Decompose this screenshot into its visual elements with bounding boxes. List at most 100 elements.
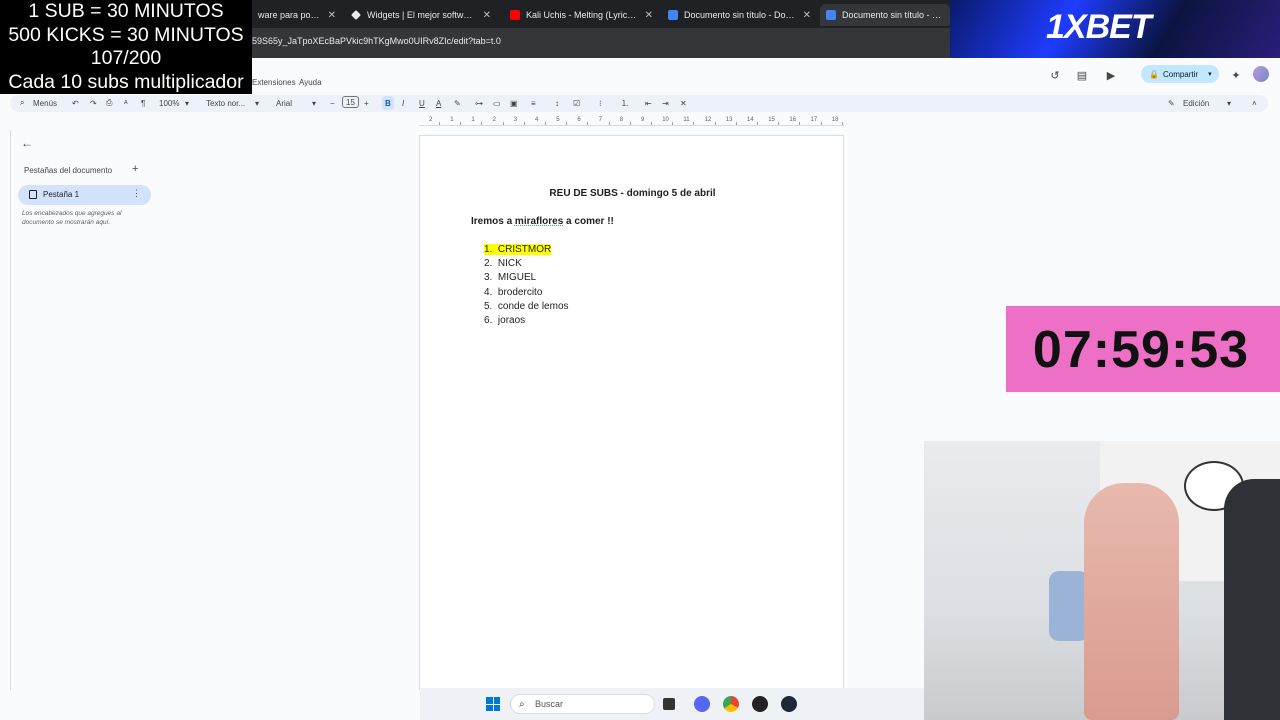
ruler-label: 4 [535,117,539,123]
clear-formatting-icon[interactable]: ✕ [680,96,687,110]
webcam-bag [1049,571,1089,641]
ruler-label: 13 [725,117,733,123]
rule-line: Cada 10 subs multiplicador [8,70,244,93]
numbered-list-icon[interactable]: ⒈ [621,96,629,110]
windows-taskbar: ⌕ Buscar [420,688,924,720]
close-icon[interactable]: ✕ [328,10,336,21]
italic-icon[interactable]: I [402,96,404,110]
chevron-down-icon: ▾ [185,98,190,108]
list-item-text: NICK [497,258,522,270]
browser-tab[interactable]: Documento sin título - Docume ✕ [662,4,817,26]
underline-icon[interactable]: U [419,96,425,110]
tab-label: Pestaña 1 [43,190,80,199]
ruler-tick [566,122,568,125]
history-icon[interactable]: ↺ [1048,68,1062,82]
ruler-tick [629,122,631,125]
redo-icon[interactable]: ↷ [90,96,97,110]
print-icon[interactable]: ⎙ [106,96,112,110]
ruler-label: 12 [704,117,712,123]
spellcheck-icon[interactable]: ᴬ [124,96,128,110]
docs-icon [826,10,836,20]
add-comment-icon[interactable]: ▭ [493,96,501,110]
chevron-up-icon[interactable]: ˄ [1252,96,1257,110]
zoom-select[interactable]: 100% [159,96,179,110]
bold-icon[interactable]: B [382,96,394,110]
link-icon[interactable]: ⊶ [475,96,483,110]
search-menus-icon[interactable]: ⌕ [20,96,24,110]
font-size-input[interactable]: 15 [342,96,359,108]
share-button[interactable]: 🔒 Compartir ▾ [1141,65,1219,83]
menus-search-label[interactable]: Menús [33,96,57,110]
steam-icon[interactable] [781,696,797,712]
increase-indent-icon[interactable]: ⇥ [662,96,669,110]
ruler-tick [587,122,589,125]
gemini-icon[interactable]: ✦ [1229,68,1243,82]
ruler-label: 3 [513,117,518,123]
bulleted-list-icon[interactable]: ⁝ [599,96,602,110]
browser-tab[interactable]: Widgets | El mejor software pa ✕ [345,4,497,26]
style-select[interactable]: Texto nor... [206,96,245,110]
task-view-icon[interactable] [663,698,675,710]
ruler-tick [439,122,440,125]
discord-icon[interactable] [694,696,710,712]
video-call-icon[interactable]: ▶ [1104,68,1118,82]
editing-mode-select[interactable]: Edición [1183,96,1209,110]
list-item: 1. CRISTMOR [484,243,569,257]
document-page[interactable]: REU DE SUBS - domingo 5 de abril Iremos … [419,135,844,690]
ruler-label: 18 [831,117,839,123]
lock-icon: 🔒 [1149,69,1159,79]
ruler-label: 6 [577,117,581,123]
ruler-tick [672,122,674,125]
align-icon[interactable]: ≡ [531,96,536,110]
browser-tab-active[interactable]: Documento sin título - Docum [820,4,950,26]
close-icon[interactable]: ✕ [645,10,653,21]
checklist-icon[interactable]: ☑ [573,96,580,110]
sponsor-logo: 1XBET [1046,8,1152,46]
chevron-down-icon[interactable]: ▾ [1208,70,1212,78]
menu-extensions[interactable]: Extensiones [252,78,296,87]
horizontal-ruler[interactable]: 2 1 1 2 3 4 5 6 7 8 9 10 11 12 13 14 15 16 17 18 [419,116,844,126]
ruler-tick [481,122,483,125]
ruler-label: 2 [492,117,496,123]
search-icon: ⌕ [519,699,525,710]
insert-image-icon[interactable]: ▣ [510,96,518,110]
highlight-icon[interactable]: ✎ [454,96,461,110]
ruler-tick [799,122,801,125]
vertical-ruler[interactable] [3,130,11,690]
close-icon[interactable]: ✕ [483,10,491,21]
paint-format-icon[interactable]: ¶ [141,96,145,110]
increase-font-icon[interactable]: + [364,96,369,110]
browser-tab[interactable]: ware para potencia ✕ [252,4,342,26]
avatar[interactable] [1253,66,1269,82]
more-options-icon[interactable]: ⋮ [132,188,141,199]
text-color-icon[interactable]: A [436,96,441,110]
browser-tab[interactable]: Kali Uchis - Melting (Lyrics) - Yo ✕ [504,4,659,26]
timer-value: 07:59:53 [1032,321,1250,379]
comments-icon[interactable]: ▤ [1075,68,1089,82]
back-arrow-icon[interactable]: ← [21,136,33,150]
ruler-label: 5 [556,117,560,123]
decrease-font-icon[interactable]: − [330,96,335,110]
menu-help[interactable]: Ayuda [299,78,322,87]
spelling-underlined-word: miraflores [514,216,564,227]
webcam-feed [924,441,1280,720]
add-tab-icon[interactable]: + [132,163,138,175]
chrome-icon[interactable] [723,696,739,712]
ruler-label: 1 [471,117,475,123]
windows-start-icon[interactable] [486,697,500,711]
ruler-label: 16 [789,117,797,123]
taskbar-search-input[interactable]: ⌕ Buscar [510,694,655,714]
ruler-label: 11 [683,117,690,123]
decrease-indent-icon[interactable]: ⇤ [645,96,652,110]
undo-icon[interactable]: ↶ [72,96,79,110]
close-icon[interactable]: ✕ [803,10,811,21]
rule-line: 500 KICKS = 30 MINUTOS [8,23,244,46]
line-spacing-icon[interactable]: ↕ [555,96,559,110]
obs-icon[interactable] [752,696,768,712]
url-text[interactable]: 59S65y_JaTpoXEcBaPVkic9hTKgMwo0UIRv8ZIc/… [252,36,501,46]
font-select[interactable]: Arial [276,96,292,110]
sidebar-item-tab-1[interactable]: Pestaña 1 ⋮ [18,185,151,205]
countdown-timer: 07:59:53 [1006,306,1280,392]
list-item: 4. brodercito [484,286,543,298]
line-text: a comer !! [563,216,614,227]
